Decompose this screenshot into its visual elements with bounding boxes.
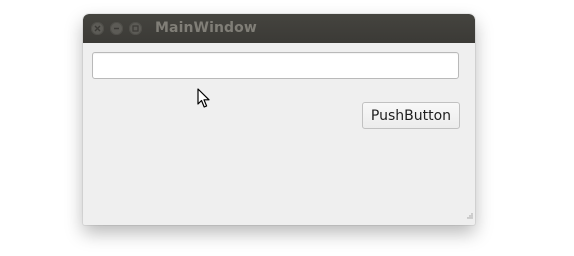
- maximize-icon[interactable]: [129, 22, 142, 35]
- main-window: MainWindow PushButton: [83, 14, 475, 225]
- title-bar[interactable]: MainWindow: [83, 14, 475, 43]
- line-edit-input[interactable]: [92, 52, 459, 79]
- window-title: MainWindow: [155, 20, 257, 36]
- push-button[interactable]: PushButton: [362, 102, 460, 129]
- minimize-icon[interactable]: [110, 22, 123, 35]
- resize-grip-icon[interactable]: [467, 204, 473, 223]
- close-icon[interactable]: [91, 22, 104, 35]
- mouse-pointer-icon: [197, 88, 211, 113]
